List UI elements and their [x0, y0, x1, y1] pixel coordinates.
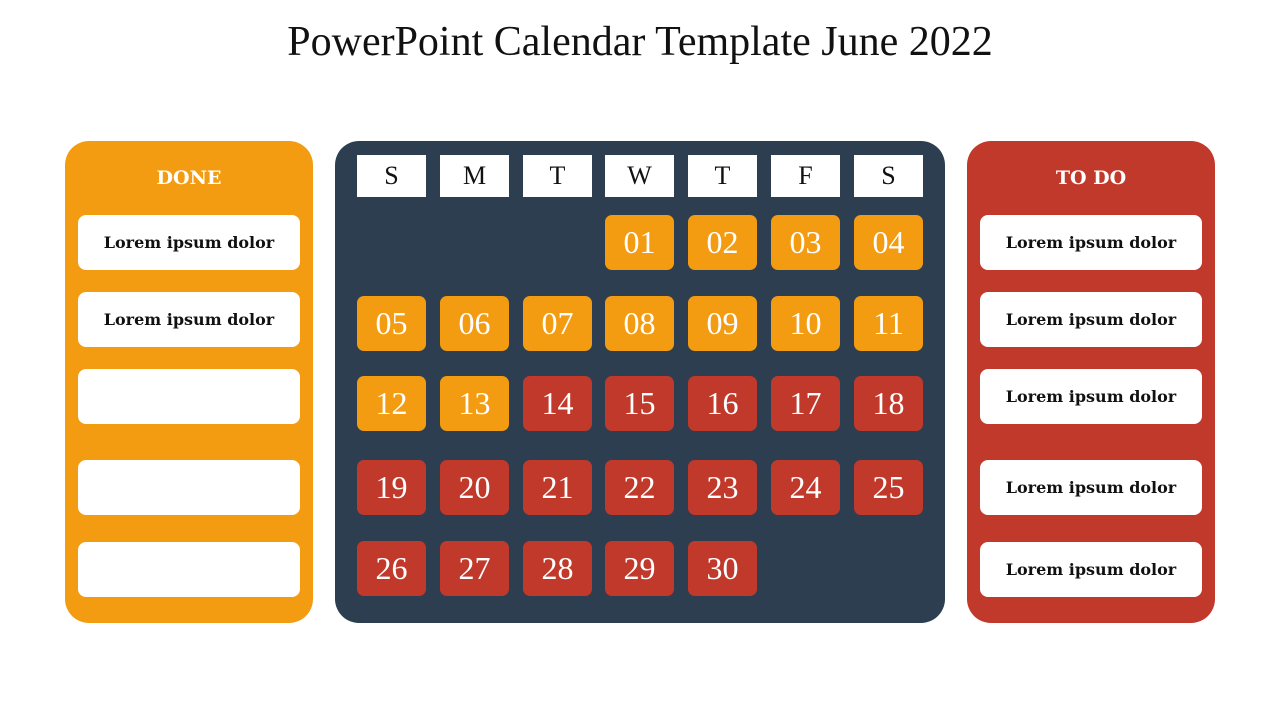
day-cell-todo[interactable]: 22 — [605, 460, 674, 515]
day-cell-todo[interactable]: 21 — [523, 460, 592, 515]
day-cell-todo[interactable]: 26 — [357, 541, 426, 596]
day-cell-todo[interactable]: 20 — [440, 460, 509, 515]
day-cell-todo[interactable]: 19 — [357, 460, 426, 515]
calendar: SMTWTFS 01 02 03 04 05 06 07 08 09 10 11 12 13 14 15 16… — [335, 141, 945, 623]
done-note[interactable]: Lorem ipsum dolor — [78, 215, 300, 270]
day-cell-todo[interactable]: 18 — [854, 376, 923, 431]
weekday-label: W — [605, 155, 674, 197]
day-cell-done[interactable]: 10 — [771, 296, 840, 351]
todo-heading: TO DO — [1055, 167, 1127, 189]
day-cell-done[interactable]: 13 — [440, 376, 509, 431]
day-cell-todo[interactable]: 25 — [854, 460, 923, 515]
day-cell-todo[interactable]: 17 — [771, 376, 840, 431]
day-cell-done[interactable]: 11 — [854, 296, 923, 351]
day-cell-done[interactable]: 12 — [357, 376, 426, 431]
day-cell-done[interactable]: 02 — [688, 215, 757, 270]
weekday-label: S — [854, 155, 923, 197]
day-cell-done[interactable]: 03 — [771, 215, 840, 270]
day-cell-todo[interactable]: 30 — [688, 541, 757, 596]
done-note[interactable] — [78, 460, 300, 515]
day-cell-todo[interactable]: 27 — [440, 541, 509, 596]
day-cell-done[interactable]: 05 — [357, 296, 426, 351]
day-cell-todo[interactable]: 15 — [605, 376, 674, 431]
day-cell-todo[interactable]: 14 — [523, 376, 592, 431]
page-title: PowerPoint Calendar Template June 2022 — [287, 19, 993, 65]
todo-note[interactable]: Lorem ipsum dolor — [980, 292, 1202, 347]
todo-note[interactable]: Lorem ipsum dolor — [980, 369, 1202, 424]
day-cell-todo[interactable]: 16 — [688, 376, 757, 431]
day-cell-done[interactable]: 04 — [854, 215, 923, 270]
day-cell-done[interactable]: 01 — [605, 215, 674, 270]
weekday-label: S — [357, 155, 426, 197]
weekday-label: T — [688, 155, 757, 197]
day-cell-done[interactable]: 06 — [440, 296, 509, 351]
day-cell-done[interactable]: 09 — [688, 296, 757, 351]
done-heading: DONE — [156, 167, 222, 189]
todo-note[interactable]: Lorem ipsum dolor — [980, 542, 1202, 597]
done-note[interactable] — [78, 369, 300, 424]
day-cell-done[interactable]: 08 — [605, 296, 674, 351]
weekday-label: M — [440, 155, 509, 197]
todo-note[interactable]: Lorem ipsum dolor — [980, 460, 1202, 515]
day-cell-todo[interactable]: 23 — [688, 460, 757, 515]
day-cell-done[interactable]: 07 — [523, 296, 592, 351]
done-note[interactable]: Lorem ipsum dolor — [78, 292, 300, 347]
day-cell-todo[interactable]: 24 — [771, 460, 840, 515]
todo-note[interactable]: Lorem ipsum dolor — [980, 215, 1202, 270]
weekday-label: F — [771, 155, 840, 197]
done-note[interactable] — [78, 542, 300, 597]
done-panel: DONE Lorem ipsum dolor Lorem ipsum dolor — [65, 141, 313, 623]
todo-panel: TO DO Lorem ipsum dolor Lorem ipsum dolo… — [967, 141, 1215, 623]
day-cell-todo[interactable]: 28 — [523, 541, 592, 596]
day-cell-todo[interactable]: 29 — [605, 541, 674, 596]
weekday-label: T — [523, 155, 592, 197]
